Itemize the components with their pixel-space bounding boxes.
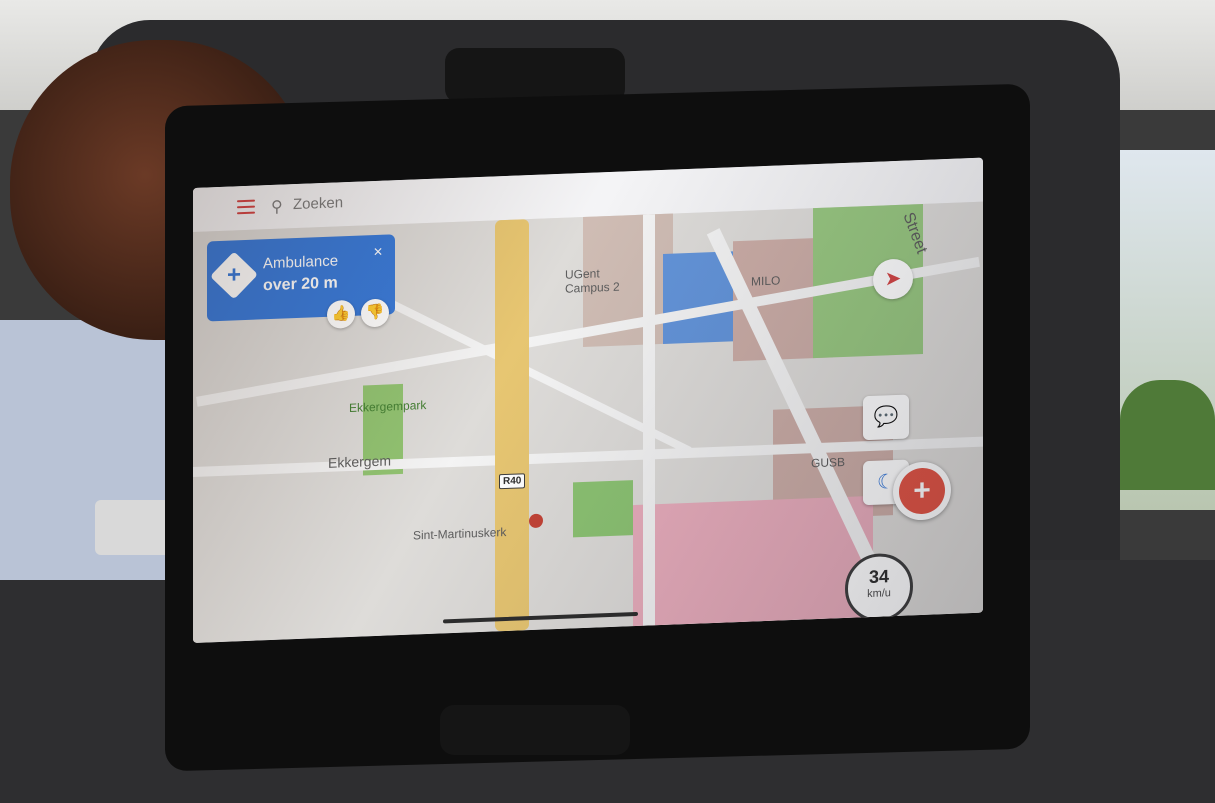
road-shield: R40	[499, 473, 526, 490]
speedometer: 34 km/u	[845, 552, 913, 623]
plus-icon: +	[899, 467, 945, 515]
tablet-mount-bottom	[440, 705, 630, 755]
road	[643, 214, 655, 626]
search-icon: ⚲	[271, 198, 283, 217]
ambulance-icon: +	[209, 251, 259, 300]
hdmi-plug	[95, 500, 170, 555]
map-label-building3: GUSB	[811, 454, 846, 471]
map-label-district: Ekkergem	[328, 452, 392, 471]
green-block	[573, 480, 633, 538]
chat-button[interactable]: 💬	[863, 394, 909, 441]
location-marker-icon	[529, 513, 543, 529]
speed-value: 34	[868, 566, 890, 588]
tablet-screen: ⚲ Ekkergempark Ekkergem Sint-Martinusker…	[193, 157, 983, 644]
map-label-church: Sint-Martinuskerk	[413, 524, 507, 543]
route-line	[495, 219, 529, 632]
report-hazard-button[interactable]: +	[893, 460, 951, 522]
map-label-building2: MILO	[751, 273, 781, 289]
speed-unit: km/u	[867, 587, 891, 601]
close-icon[interactable]: ✕	[373, 245, 383, 259]
map-label-building1: UGent Campus 2	[565, 266, 620, 296]
pink-block	[633, 495, 873, 627]
menu-icon[interactable]	[237, 199, 255, 215]
alert-title: Ambulance	[263, 252, 339, 273]
map-label-park: Ekkergempark	[349, 398, 427, 416]
search-input[interactable]	[291, 187, 495, 215]
tree	[1120, 380, 1215, 490]
alert-distance: over 20 m	[263, 274, 338, 295]
